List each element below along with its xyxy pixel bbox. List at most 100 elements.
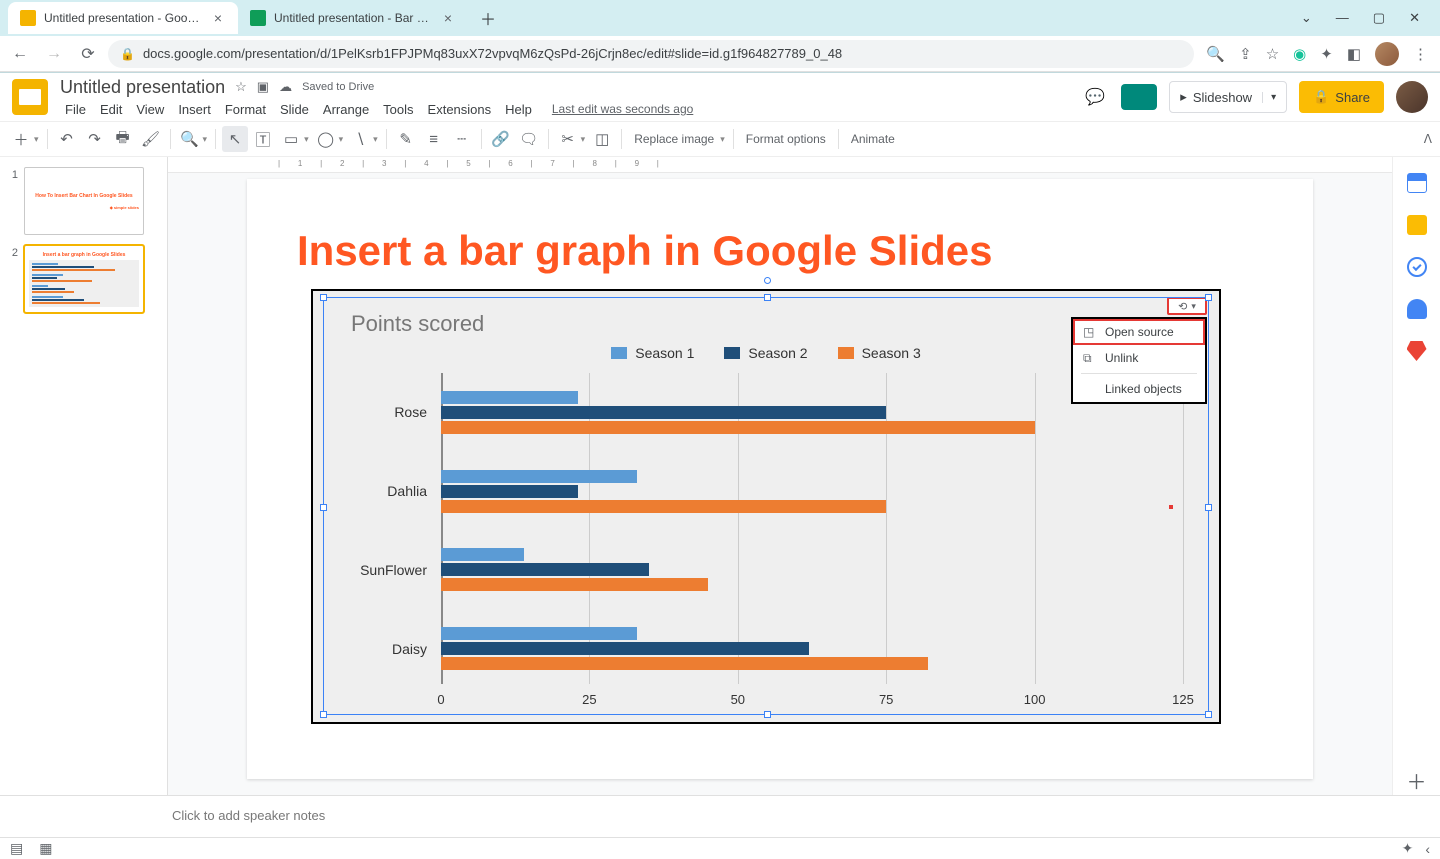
tasks-icon[interactable] [1407, 257, 1427, 277]
bars [441, 373, 1183, 684]
filmstrip-view-icon[interactable]: ▤ [10, 840, 23, 857]
account-avatar[interactable] [1396, 81, 1428, 113]
undo-button[interactable]: ↶ [54, 126, 80, 152]
zoom-button[interactable]: 🔍 [177, 126, 203, 152]
close-icon[interactable]: × [440, 10, 456, 26]
mask-button[interactable]: ◫ [589, 126, 615, 152]
paint-format-button[interactable]: 🖌 [138, 126, 164, 152]
calendar-icon[interactable] [1407, 173, 1427, 193]
keep-icon[interactable] [1407, 215, 1427, 235]
comment-button[interactable]: 🗨 [516, 126, 542, 152]
new-slide-button[interactable]: ＋ [8, 126, 34, 152]
unlink-item[interactable]: ⧉ Unlink [1073, 345, 1205, 371]
slide-thumbnail-2[interactable]: 2 Insert a bar graph in Google Slides [8, 245, 159, 313]
slide-title[interactable]: Insert a bar graph in Google Slides [297, 227, 992, 275]
maps-icon[interactable] [1407, 341, 1427, 361]
border-dash-button[interactable]: ┄ [449, 126, 475, 152]
collapse-sidepanel-icon[interactable]: ‹ [1425, 841, 1430, 857]
chart-object[interactable]: Points scored Season 1 Season 2 Season 3… [311, 289, 1221, 724]
resize-handle[interactable] [1205, 294, 1212, 301]
linked-chart-badge[interactable]: ⟲ ▾ [1167, 297, 1207, 315]
bookmark-icon[interactable]: ☆ [1266, 45, 1279, 63]
menu-help[interactable]: Help [500, 100, 537, 119]
forward-button[interactable]: → [40, 40, 68, 68]
close-window-icon[interactable]: ✕ [1409, 10, 1420, 26]
resize-handle[interactable] [1205, 711, 1212, 718]
canvas[interactable]: | 1 | 2 | 3 | 4 | 5 | 6 | 7 | 8 | 9 | In… [168, 157, 1392, 795]
border-weight-button[interactable]: ≡ [421, 126, 447, 152]
browser-tab-sheets[interactable]: Untitled presentation - Bar chart × [238, 2, 468, 34]
textbox-tool[interactable]: 🅃 [250, 126, 276, 152]
share-button[interactable]: 🔒 Share [1299, 81, 1384, 113]
meet-icon[interactable] [1121, 84, 1157, 110]
menu-arrange[interactable]: Arrange [318, 100, 374, 119]
chevron-down-icon[interactable]: ▾ [1262, 92, 1276, 103]
share-url-icon[interactable]: ⇪ [1239, 45, 1252, 63]
speaker-notes[interactable]: Click to add speaker notes [0, 795, 1440, 837]
shape-tool[interactable]: ◯ [313, 126, 339, 152]
redo-button[interactable]: ↷ [82, 126, 108, 152]
select-tool[interactable]: ↖ [222, 126, 248, 152]
link-button[interactable]: 🔗 [488, 126, 514, 152]
border-color-button[interactable]: ✎ [393, 126, 419, 152]
kebab-menu-icon[interactable]: ⋮ [1413, 45, 1428, 63]
menu-view[interactable]: View [131, 100, 169, 119]
menu-extensions[interactable]: Extensions [423, 100, 497, 119]
contacts-icon[interactable] [1407, 299, 1427, 319]
nav-bar: ← → ⟳ 🔒 docs.google.com/presentation/d/1… [0, 36, 1440, 72]
chevron-down-icon[interactable]: ⌄ [1301, 10, 1312, 26]
grammarly-icon[interactable]: ◉ [1293, 45, 1306, 63]
open-source-item[interactable]: ◳ Open source [1073, 319, 1205, 345]
resize-handle[interactable] [764, 711, 771, 718]
menu-tools[interactable]: Tools [378, 100, 418, 119]
menu-format[interactable]: Format [220, 100, 271, 119]
last-edit-link[interactable]: Last edit was seconds ago [547, 100, 698, 118]
thumbnail-panel[interactable]: 1 How To Insert Bar Chart In Google Slid… [0, 157, 168, 795]
explore-icon[interactable]: ✦ [1402, 840, 1414, 857]
browser-tab-slides[interactable]: Untitled presentation - Google Sl × [8, 2, 238, 34]
minimize-icon[interactable]: — [1336, 10, 1349, 26]
resize-handle[interactable] [320, 711, 327, 718]
back-button[interactable]: ← [6, 40, 34, 68]
line-tool[interactable]: ∖ [347, 126, 373, 152]
new-tab-button[interactable]: ＋ [474, 4, 502, 32]
linked-objects-item[interactable]: Linked objects [1073, 376, 1205, 402]
menu-edit[interactable]: Edit [95, 100, 127, 119]
collapse-toolbar-icon[interactable]: ᐱ [1424, 132, 1432, 146]
y-axis-labels: RoseDahliaSunFlowerDaisy [313, 373, 433, 684]
grid-view-icon[interactable]: ▦ [39, 840, 52, 857]
menu-slide[interactable]: Slide [275, 100, 314, 119]
cloud-saved-icon: ☁ [279, 79, 292, 95]
slideshow-button[interactable]: ▸ Slideshow ▾ [1169, 81, 1287, 113]
slide-canvas[interactable]: Insert a bar graph in Google Slides Poin… [247, 179, 1313, 779]
crop-button[interactable]: ✂ [555, 126, 581, 152]
reload-button[interactable]: ⟳ [74, 40, 102, 68]
maximize-icon[interactable]: ▢ [1373, 10, 1385, 26]
star-icon[interactable]: ☆ [235, 79, 247, 95]
comments-icon[interactable]: 💬 [1081, 83, 1109, 111]
zoom-icon[interactable]: 🔍 [1206, 45, 1225, 63]
profile-avatar[interactable] [1375, 42, 1399, 66]
add-addon-icon[interactable]: ＋ [1407, 766, 1427, 795]
slide-thumbnail-1[interactable]: 1 How To Insert Bar Chart In Google Slid… [8, 167, 159, 235]
animate-button[interactable]: Animate [845, 132, 901, 146]
image-tool[interactable]: ▭ [278, 126, 304, 152]
print-button[interactable]: 🖶 [110, 126, 136, 152]
resize-handle[interactable] [320, 504, 327, 511]
format-options-button[interactable]: Format options [740, 132, 832, 146]
resize-handle[interactable] [1205, 504, 1212, 511]
menu-insert[interactable]: Insert [173, 100, 216, 119]
resize-handle[interactable] [320, 294, 327, 301]
extensions-icon[interactable]: ✦ [1320, 45, 1333, 63]
resize-handle[interactable] [764, 294, 771, 301]
url-text: docs.google.com/presentation/d/1PelKsrb1… [143, 46, 842, 61]
move-icon[interactable]: ▣ [257, 79, 269, 95]
url-bar[interactable]: 🔒 docs.google.com/presentation/d/1PelKsr… [108, 40, 1194, 68]
replace-image-button[interactable]: Replace image [628, 132, 720, 146]
sidepanel-icon[interactable]: ◧ [1347, 45, 1361, 63]
rotate-handle[interactable] [764, 277, 771, 284]
slides-logo[interactable] [12, 79, 48, 115]
menu-file[interactable]: File [60, 100, 91, 119]
doc-title[interactable]: Untitled presentation [60, 77, 225, 98]
close-icon[interactable]: × [210, 10, 226, 26]
